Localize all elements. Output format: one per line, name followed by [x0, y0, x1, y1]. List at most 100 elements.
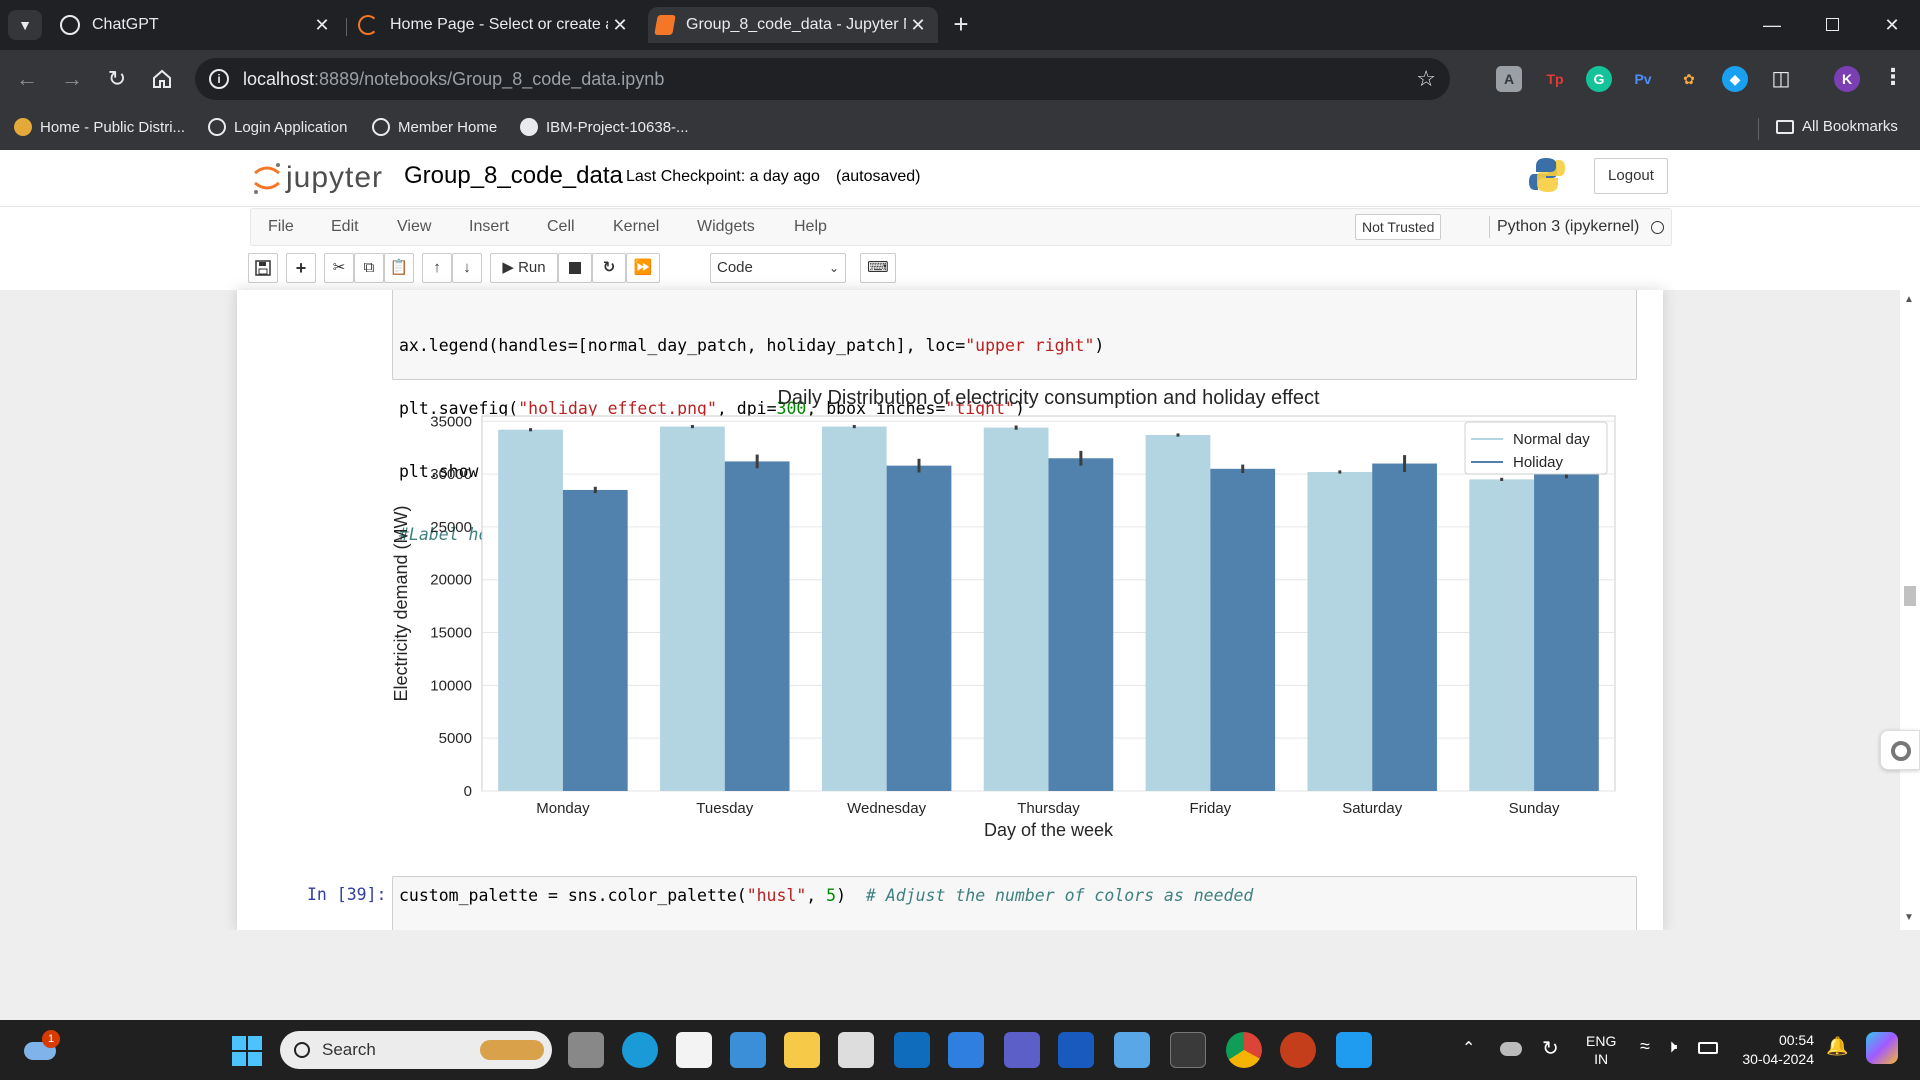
logout-button[interactable]: Logout [1594, 158, 1668, 194]
amazon-icon[interactable] [838, 1032, 874, 1068]
menu-edit[interactable]: Edit [331, 218, 359, 236]
bell-icon[interactable]: 🔔 [1826, 1036, 1848, 1057]
battery-icon[interactable] [1698, 1042, 1718, 1054]
close-icon[interactable]: ✕ [310, 15, 334, 36]
edge-icon[interactable] [622, 1032, 658, 1068]
profile-avatar[interactable]: K [1834, 66, 1860, 92]
move-up-button[interactable]: ↑ [422, 253, 452, 283]
all-bookmarks-label: All Bookmarks [1802, 118, 1898, 135]
menu-file[interactable]: File [268, 218, 294, 236]
menu-cell[interactable]: Cell [547, 218, 575, 236]
code-cell-input[interactable]: ax.legend(handles=[normal_day_patch, hol… [392, 290, 1637, 544]
restart-button[interactable]: ↻ [592, 253, 626, 283]
bookmark-item[interactable]: Login Application [208, 118, 347, 136]
task-view-icon[interactable] [568, 1032, 604, 1068]
back-button[interactable]: ← [10, 62, 44, 96]
paste-icon: 📋 [389, 259, 409, 276]
minimize-button[interactable]: — [1752, 8, 1792, 42]
kernel-name[interactable]: Python 3 (ipykernel) [1497, 218, 1639, 236]
taskbar-search[interactable]: Search [280, 1031, 552, 1069]
bookmark-item[interactable]: Home - Public Distri... [14, 118, 185, 136]
bookmark-item[interactable]: Member Home [372, 118, 497, 136]
close-window-button[interactable]: ✕ [1872, 8, 1912, 42]
tray-overflow-icon[interactable]: ⌃ [1462, 1038, 1475, 1058]
cut-button[interactable]: ✂ [324, 253, 354, 283]
terminal-icon[interactable] [1170, 1032, 1206, 1068]
reload-button[interactable]: ↻ [100, 62, 134, 96]
bookmark-item[interactable]: IBM-Project-10638-... [520, 118, 689, 136]
insert-cell-button[interactable]: + [286, 253, 316, 283]
vpn-icon[interactable] [948, 1032, 984, 1068]
scrollbar[interactable]: ▲ ▼ [1900, 290, 1920, 930]
teams-icon[interactable] [1004, 1032, 1040, 1068]
extensions-puzzle-icon[interactable]: ◫ [1768, 66, 1794, 92]
language-indicator[interactable]: ENG IN [1586, 1032, 1616, 1068]
copilot-icon[interactable] [1866, 1032, 1898, 1064]
not-trusted-indicator[interactable]: Not Trusted [1355, 214, 1442, 240]
onedrive-icon[interactable] [1500, 1042, 1522, 1056]
powerpoint-icon[interactable] [1280, 1032, 1316, 1068]
store-icon[interactable] [676, 1032, 712, 1068]
notepad-icon[interactable] [1114, 1032, 1150, 1068]
new-tab-button[interactable]: + [946, 10, 976, 40]
tab-jupyter-notebook[interactable]: Group_8_code_data - Jupyter N ✕ [648, 7, 938, 43]
restart-run-all-button[interactable]: ⏩ [626, 253, 660, 283]
clock[interactable]: 00:54 30-04-2024 [1734, 1031, 1814, 1069]
scrollbar-thumb[interactable] [1904, 586, 1916, 606]
weather-widget[interactable]: 1 [24, 1030, 60, 1062]
bar [886, 465, 952, 791]
empty-viewport-area [0, 930, 1920, 1020]
extension-pv-icon[interactable]: Pv [1630, 66, 1656, 92]
menu-widgets[interactable]: Widgets [697, 218, 755, 236]
cell-type-select[interactable]: Code ⌄ [710, 253, 846, 283]
extension-diamond-icon[interactable]: ◆ [1722, 66, 1748, 92]
vscode-icon[interactable] [1336, 1032, 1372, 1068]
extension-tp-icon[interactable]: Tp [1542, 66, 1568, 92]
move-down-button[interactable]: ↓ [452, 253, 482, 283]
run-button[interactable]: ▶ Run [490, 253, 558, 283]
extension-icon-1[interactable]: A [1496, 66, 1522, 92]
menu-kernel[interactable]: Kernel [613, 218, 659, 236]
floating-assistant-button[interactable] [1880, 730, 1920, 770]
tab-chatgpt[interactable]: ChatGPT ✕ [52, 7, 342, 43]
extension-paw-icon[interactable]: ✿ [1676, 66, 1702, 92]
forward-button[interactable]: → [55, 62, 89, 96]
close-icon[interactable]: ✕ [906, 15, 930, 36]
more-menu-icon[interactable]: ⋮ [1880, 66, 1906, 92]
close-icon[interactable]: ✕ [608, 15, 632, 36]
notebook-area: ax.legend(handles=[normal_day_patch, hol… [0, 290, 1920, 930]
jupyter-logo[interactable]: jupyter [252, 158, 383, 198]
tab-search-button[interactable]: ▼ [8, 10, 42, 40]
grammarly-icon[interactable]: G [1586, 66, 1612, 92]
mail-icon[interactable] [730, 1032, 766, 1068]
star-bookmark-icon[interactable]: ☆ [1416, 66, 1436, 92]
scroll-down-icon[interactable]: ▼ [1904, 912, 1914, 923]
home-button[interactable] [145, 62, 179, 96]
menu-help[interactable]: Help [794, 218, 827, 236]
menu-view[interactable]: View [397, 218, 431, 236]
notebook-title[interactable]: Group_8_code_data [404, 162, 623, 190]
tab-home-page[interactable]: Home Page - Select or create a ✕ [350, 7, 640, 43]
wifi-icon[interactable]: ≈ [1640, 1036, 1650, 1057]
start-button[interactable] [232, 1036, 262, 1066]
volume-icon[interactable]: 🕨 [1666, 1036, 1677, 1057]
copy-button[interactable]: ⧉ [354, 253, 384, 283]
bookmark-label: Member Home [398, 118, 498, 136]
all-bookmarks[interactable]: All Bookmarks [1776, 118, 1898, 135]
command-palette-button[interactable]: ⌨ [860, 253, 896, 283]
address-bar[interactable]: i localhost:8889/notebooks/Group_8_code_… [195, 58, 1450, 100]
file-explorer-icon[interactable] [784, 1032, 820, 1068]
save-button[interactable] [248, 253, 278, 283]
restore-button[interactable] [1812, 8, 1852, 42]
paste-button[interactable]: 📋 [384, 253, 414, 283]
word-icon[interactable] [1058, 1032, 1094, 1068]
outlook-icon[interactable] [894, 1032, 930, 1068]
scroll-up-icon[interactable]: ▲ [1904, 294, 1914, 305]
code-cell-input[interactable]: custom_palette = sns.color_palette("husl… [392, 876, 1637, 930]
chrome-icon[interactable] [1226, 1032, 1262, 1068]
restart-icon: ↻ [602, 259, 616, 276]
menu-insert[interactable]: Insert [469, 218, 509, 236]
interrupt-button[interactable] [558, 253, 592, 283]
sync-icon[interactable]: ↻ [1542, 1036, 1559, 1061]
site-info-icon[interactable]: i [209, 69, 229, 89]
